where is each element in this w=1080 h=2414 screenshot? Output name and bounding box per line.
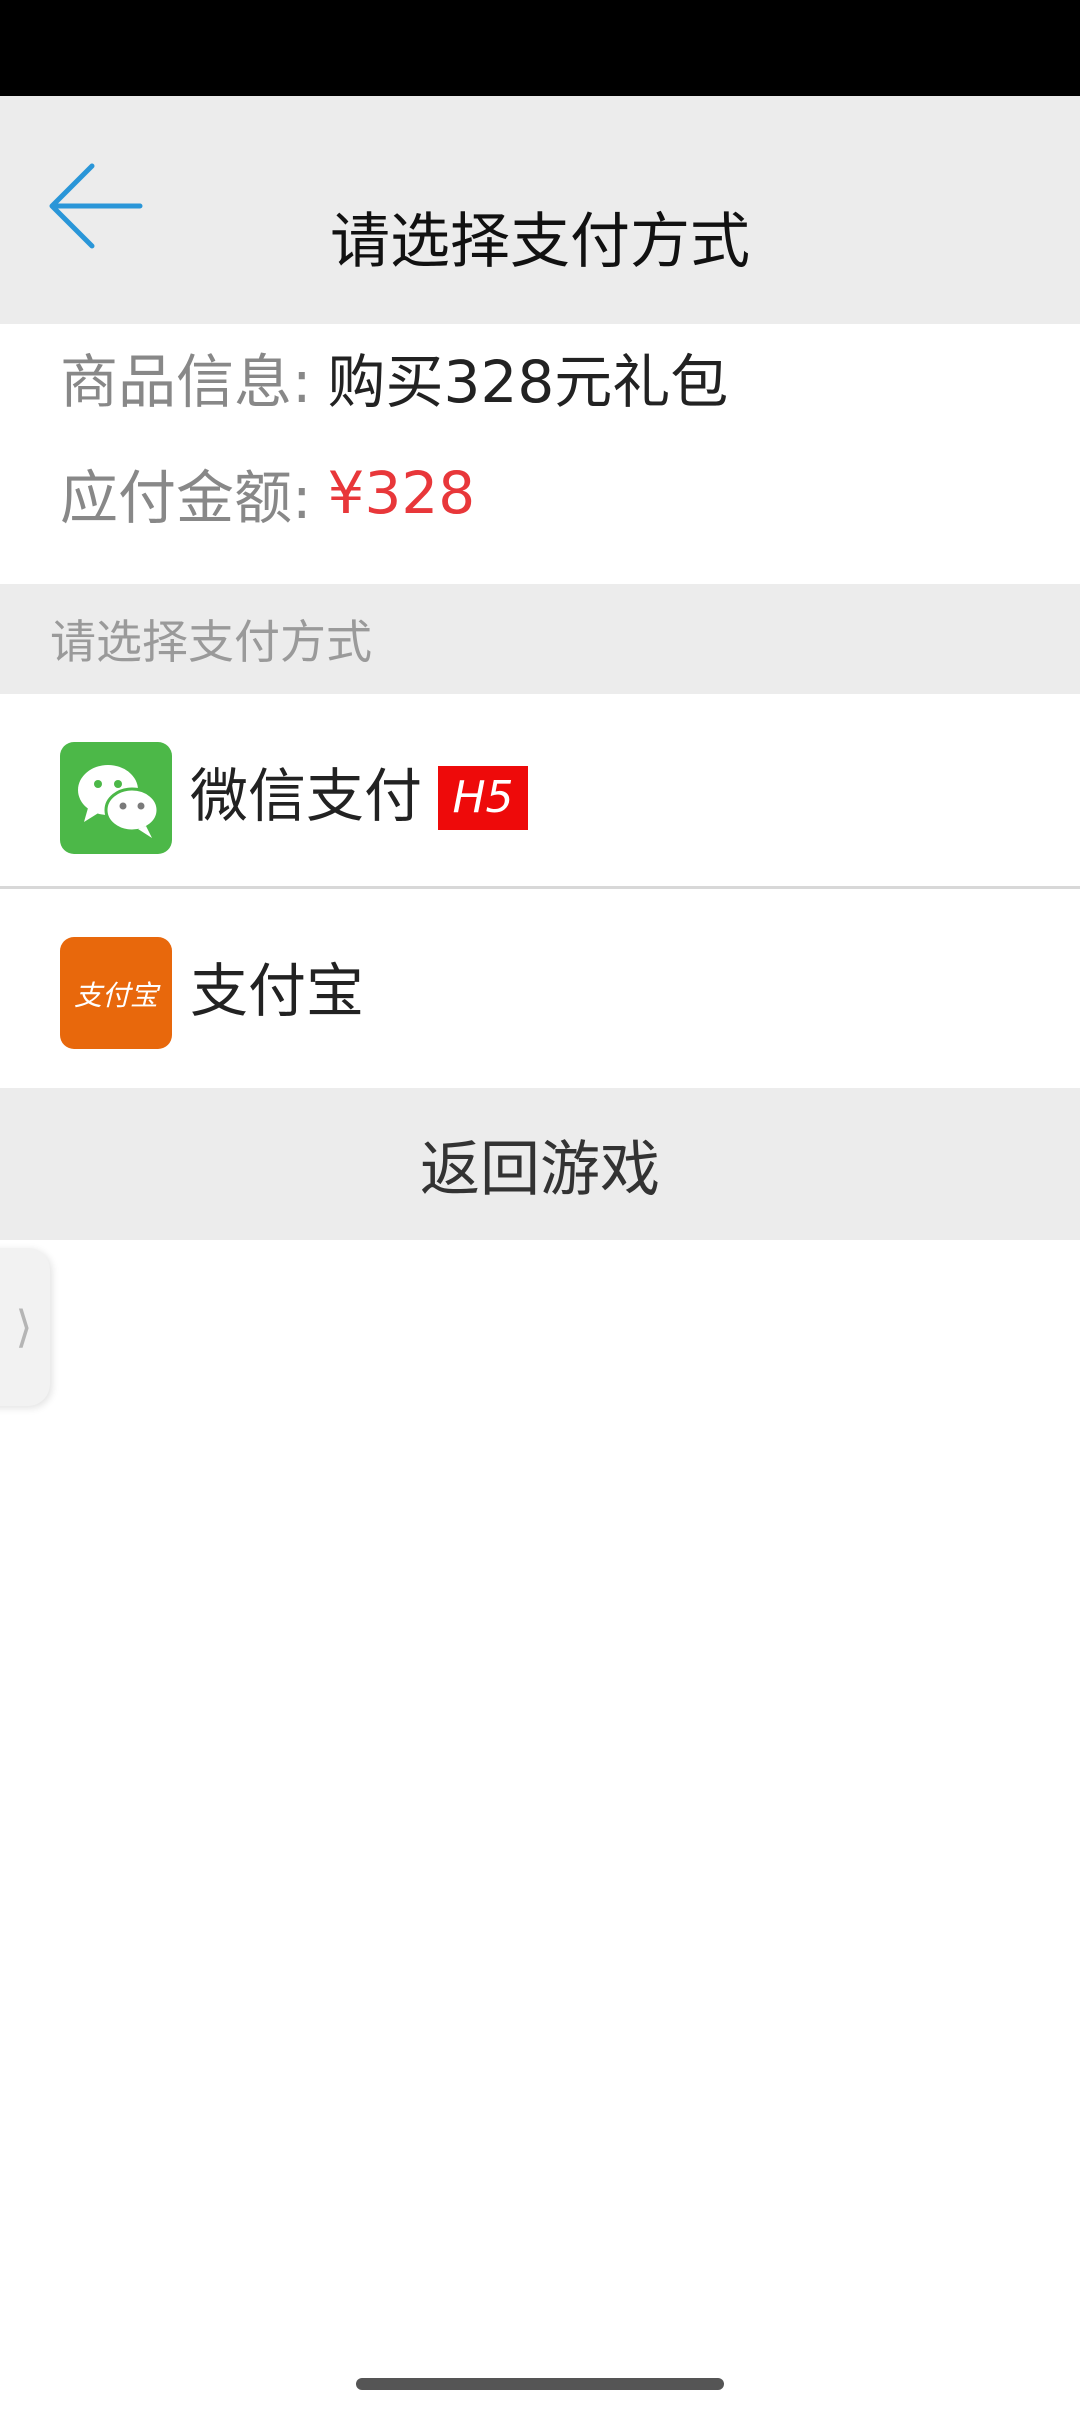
product-info-label: 商品信息:: [60, 348, 312, 416]
payment-option-wechat[interactable]: 微信支付 H5: [0, 694, 1080, 888]
payment-option-label: 支付宝: [190, 957, 365, 1025]
amount-due-value: ¥328: [327, 459, 476, 527]
side-drawer-tab[interactable]: ⟩: [0, 1248, 50, 1406]
wechat-pay-icon: [60, 742, 172, 854]
return-to-game-button[interactable]: 返回游戏: [0, 1088, 1080, 1240]
header-bar: 请选择支付方式: [0, 96, 1080, 324]
alipay-icon: 支付宝: [60, 937, 172, 1049]
section-header: 请选择支付方式: [0, 584, 1080, 694]
product-info-value: 购买328元礼包: [327, 348, 729, 416]
chevron-right-icon: ⟩: [15, 1301, 33, 1353]
home-indicator[interactable]: [356, 2378, 724, 2390]
product-info-row: 商品信息: 购买328元礼包: [60, 332, 728, 422]
section-title: 请选择支付方式: [50, 615, 372, 669]
status-bar: [0, 0, 1080, 96]
payment-option-alipay[interactable]: 支付宝 支付宝: [0, 889, 1080, 1083]
amount-due-row: 应付金额: ¥328: [60, 448, 475, 538]
page-title: 请选择支付方式: [330, 207, 750, 277]
payment-option-label: 微信支付: [190, 762, 423, 830]
alipay-icon-text: 支付宝: [74, 979, 161, 1012]
h5-badge: H5: [438, 766, 528, 830]
amount-due-label: 应付金额:: [60, 464, 312, 532]
